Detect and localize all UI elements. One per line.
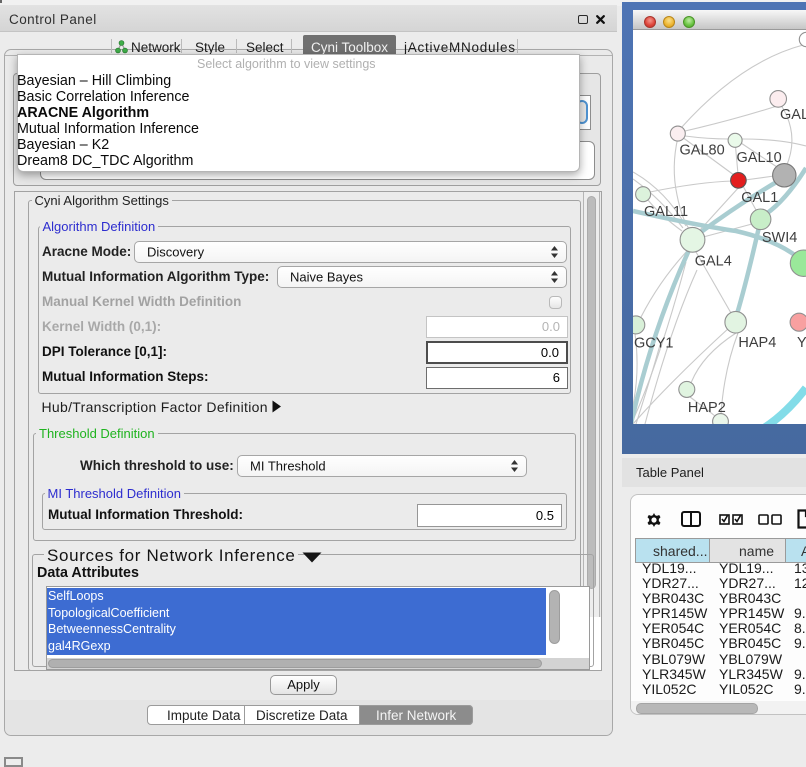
svg-text:GAL4: GAL4 (695, 253, 732, 269)
svg-text:GAL1: GAL1 (741, 190, 778, 206)
svg-text:GAL10: GAL10 (737, 150, 782, 166)
svg-text:GAL11: GAL11 (644, 204, 688, 220)
svg-text:HAP4: HAP4 (738, 335, 776, 351)
svg-text:GAL80: GAL80 (680, 143, 725, 159)
svg-text:GCY1: GCY1 (634, 336, 674, 352)
svg-text:SWI4: SWI4 (762, 230, 797, 246)
svg-text:GAL: GAL (780, 107, 806, 123)
svg-text:HAP2: HAP2 (688, 400, 726, 416)
svg-text:Y: Y (797, 335, 806, 351)
